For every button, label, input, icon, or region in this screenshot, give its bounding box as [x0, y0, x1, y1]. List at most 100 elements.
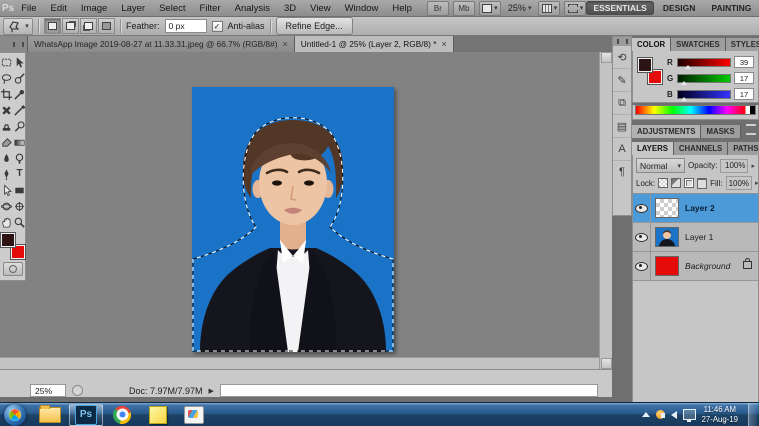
green-channel-value[interactable]: 17	[734, 72, 754, 84]
view-extras-icon[interactable]: ▾	[478, 0, 501, 16]
lock-position-icon[interactable]	[684, 178, 695, 188]
eraser-tool-icon[interactable]	[0, 134, 13, 150]
brush-tool-icon[interactable]	[13, 102, 26, 118]
path-selection-tool-icon[interactable]	[0, 182, 13, 198]
history-panel-icon[interactable]: ⟲	[613, 46, 631, 69]
green-channel-slider[interactable]	[677, 73, 731, 85]
menu-view[interactable]: View	[303, 3, 337, 14]
fill-value[interactable]: 100%	[725, 176, 753, 190]
new-selection-button[interactable]	[44, 18, 61, 34]
bridge-icon[interactable]: Br	[426, 0, 449, 16]
hand-tool-icon[interactable]	[0, 214, 13, 230]
zoom-tool-icon[interactable]	[13, 214, 26, 230]
color-spectrum-ramp[interactable]	[635, 105, 756, 115]
background-color-swatch[interactable]	[10, 244, 26, 260]
visibility-toggle[interactable]	[633, 252, 651, 280]
lock-transparency-icon[interactable]	[658, 178, 669, 188]
tools-panel-header[interactable]	[0, 36, 28, 52]
antialias-checkbox[interactable]: ✓	[211, 20, 223, 32]
tab-channels[interactable]: CHANNELS	[673, 142, 729, 155]
lock-all-icon[interactable]	[697, 177, 708, 189]
status-flyout-arrow-icon[interactable]: ▶	[209, 387, 214, 395]
canvas-area[interactable]	[0, 52, 612, 369]
menu-help[interactable]: Help	[385, 3, 419, 14]
taskbar-clock[interactable]: 11:46 AM 27-Aug-19	[702, 405, 738, 424]
document-tab-untitled-1[interactable]: Untitled-1 @ 25% (Layer 2, RGB/8) * ×	[294, 36, 454, 52]
foreground-color-swatch[interactable]	[637, 57, 653, 73]
polygonal-lasso-tool-preset[interactable]: ▾	[3, 17, 33, 35]
shape-tool-icon[interactable]	[13, 182, 26, 198]
arrange-documents-icon[interactable]: ▾	[538, 0, 561, 16]
crop-tool-icon[interactable]	[0, 86, 13, 102]
panel-menu-icon[interactable]	[746, 124, 756, 135]
feather-input[interactable]: 0 px	[164, 19, 207, 33]
status-zoom-input[interactable]: 25%	[30, 384, 66, 397]
history-brush-tool-icon[interactable]	[13, 118, 26, 134]
rectangular-marquee-tool-icon[interactable]	[0, 54, 13, 70]
eyedropper-tool-icon[interactable]	[13, 86, 26, 102]
layer-thumbnail-red[interactable]	[655, 256, 679, 276]
slider-thumb[interactable]	[681, 96, 688, 101]
horizontal-scrollbar[interactable]	[0, 357, 599, 369]
dock-collapse-header[interactable]	[613, 37, 631, 46]
foreground-color-swatch[interactable]	[0, 232, 16, 248]
slider-thumb[interactable]	[684, 64, 691, 69]
menu-select[interactable]: Select	[152, 3, 192, 14]
menu-analysis[interactable]: Analysis	[228, 3, 277, 14]
layer-comps-panel-icon[interactable]: ▤	[613, 115, 631, 138]
layer-name[interactable]: Layer 2	[685, 203, 715, 213]
tab-layers[interactable]: LAYERS	[632, 142, 674, 155]
show-hidden-icons-button[interactable]	[641, 412, 650, 417]
menu-filter[interactable]: Filter	[193, 3, 228, 14]
paragraph-panel-icon[interactable]: ¶	[613, 161, 631, 183]
red-channel-slider[interactable]	[677, 57, 731, 69]
move-tool-icon[interactable]	[13, 54, 26, 70]
tab-swatches[interactable]: SWATCHES	[671, 38, 726, 51]
show-desktop-button[interactable]	[748, 402, 757, 426]
quick-selection-tool-icon[interactable]	[13, 70, 26, 86]
character-panel-icon[interactable]: A	[613, 138, 631, 161]
layer-thumbnail-transparent[interactable]	[655, 198, 679, 218]
add-to-selection-button[interactable]	[62, 18, 79, 34]
blue-channel-slider[interactable]	[677, 89, 731, 101]
zoom-level-control[interactable]: 25% ▾	[505, 3, 535, 13]
blend-mode-dropdown[interactable]: Normal ▾	[636, 158, 686, 173]
red-channel-value[interactable]: 39	[734, 56, 754, 68]
menu-image[interactable]: Image	[74, 3, 114, 14]
opacity-spinner-icon[interactable]: ▸	[751, 162, 755, 170]
blue-channel-value[interactable]: 17	[734, 88, 754, 100]
brush-presets-panel-icon[interactable]: ✎	[613, 69, 631, 92]
3d-camera-rotate-tool-icon[interactable]	[13, 198, 26, 214]
layer-name[interactable]: Background	[685, 261, 730, 271]
tab-adjustments[interactable]: ADJUSTMENTS	[632, 125, 702, 138]
layer-row-background[interactable]: Background	[633, 252, 758, 281]
tab-close-icon[interactable]: ×	[441, 39, 446, 49]
slider-thumb[interactable]	[681, 80, 688, 85]
3d-object-rotate-tool-icon[interactable]	[0, 198, 13, 214]
start-button[interactable]	[4, 403, 26, 426]
dodge-tool-icon[interactable]	[13, 150, 26, 166]
type-tool-icon[interactable]: T	[13, 166, 26, 182]
taskbar-paint-button[interactable]	[177, 404, 211, 426]
taskbar-explorer-button[interactable]	[33, 404, 67, 426]
tab-masks[interactable]: MASKS	[701, 125, 741, 138]
lasso-tool-icon[interactable]	[0, 70, 13, 86]
refine-edge-button[interactable]: Refine Edge...	[275, 17, 353, 35]
photo-document[interactable]	[192, 87, 394, 352]
scroll-down-button[interactable]	[601, 358, 612, 369]
background-color-swatch[interactable]	[647, 69, 663, 85]
screen-mode-icon[interactable]: ▾	[564, 0, 587, 16]
menu-edit[interactable]: Edit	[44, 3, 74, 14]
menu-file[interactable]: File	[14, 3, 43, 14]
taskbar-sticky-notes-button[interactable]	[141, 404, 175, 426]
tab-color[interactable]: COLOR	[632, 38, 672, 51]
network-icon[interactable]	[682, 409, 696, 422]
menu-window[interactable]: Window	[338, 3, 386, 14]
tab-paths[interactable]: PATHS	[728, 142, 759, 155]
scroll-up-button[interactable]	[601, 52, 612, 63]
workspace-painting[interactable]: PAINTING	[704, 1, 758, 15]
fill-spinner-icon[interactable]: ▸	[755, 179, 759, 187]
layer-thumbnail-photo[interactable]	[655, 227, 679, 247]
blur-tool-icon[interactable]	[0, 150, 13, 166]
subtract-from-selection-button[interactable]	[80, 18, 97, 34]
